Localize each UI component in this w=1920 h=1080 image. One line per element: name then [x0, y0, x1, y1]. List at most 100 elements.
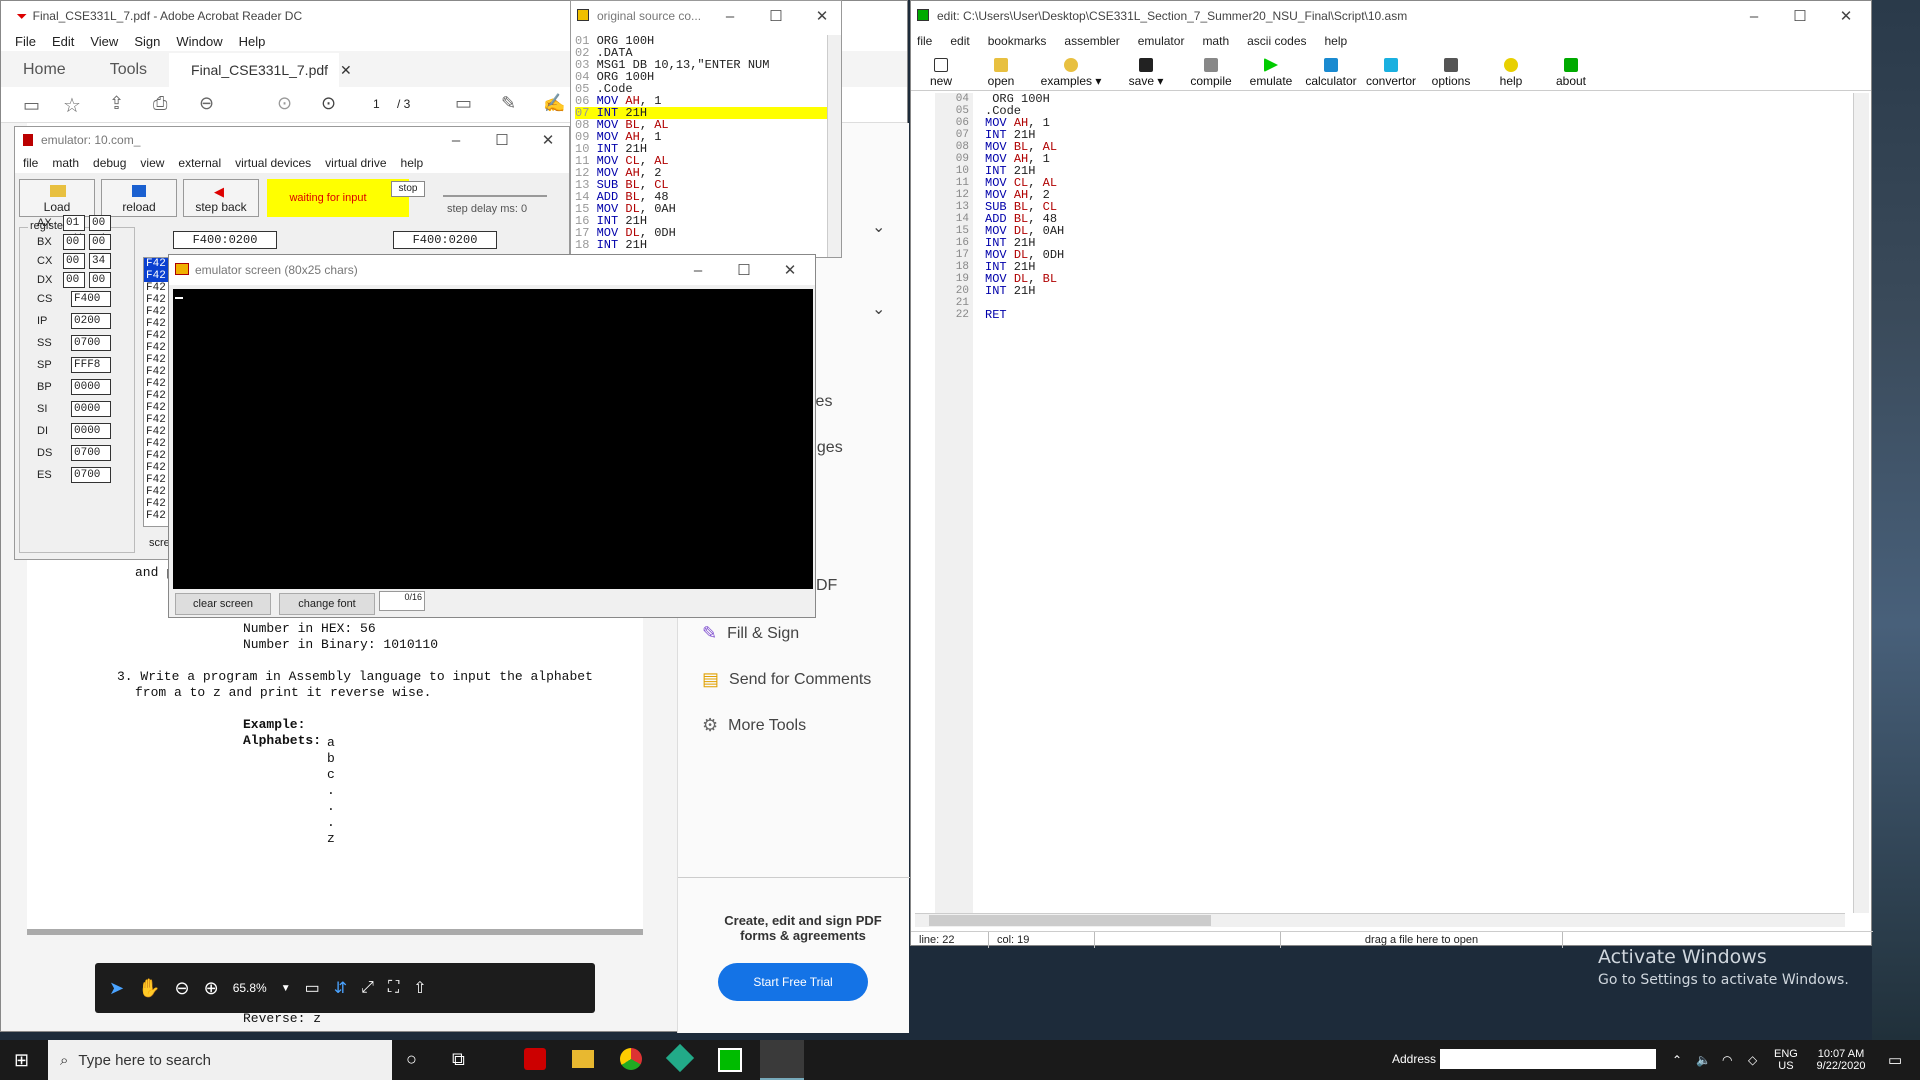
clock[interactable]: 10:07 AM 9/22/2020 [1806, 1040, 1876, 1080]
step-back-button[interactable]: ◀ step back [183, 179, 259, 217]
star-icon[interactable]: ☆ [63, 93, 81, 118]
register-low[interactable]: 34 [89, 253, 111, 269]
calculator-button[interactable]: calculator [1301, 58, 1361, 90]
about-button[interactable]: about [1541, 58, 1601, 90]
file-explorer-icon[interactable] [572, 1050, 594, 1068]
close-icon[interactable]: ✕ [767, 255, 813, 285]
register-value[interactable]: FFF8 [71, 357, 111, 373]
minimize-icon[interactable]: – [707, 1, 753, 31]
code-line[interactable]: INT 21H [985, 129, 1835, 141]
emu8086-taskbar-icon[interactable] [718, 1048, 742, 1072]
emulate-button[interactable]: emulate [1241, 58, 1301, 90]
menu-view[interactable]: view [140, 156, 164, 170]
register-value[interactable]: 0000 [71, 379, 111, 395]
prev-page-icon[interactable]: ⊙ [277, 93, 292, 114]
zoom-out-icon[interactable]: ⊖ [175, 978, 190, 999]
scroll-mode-icon[interactable]: ⇵ [334, 978, 347, 998]
minimize-icon[interactable]: – [433, 125, 479, 155]
menu-debug[interactable]: debug [93, 156, 126, 170]
register-low[interactable]: 00 [89, 272, 111, 288]
close-icon[interactable]: ✕ [340, 62, 352, 79]
code-line[interactable]: SUB BL, CL [985, 201, 1835, 213]
print-icon[interactable]: ⎙ [153, 93, 167, 114]
menu-edit[interactable]: Edit [52, 34, 74, 49]
vertical-scrollbar[interactable] [1853, 93, 1869, 913]
app-taskbar-icon[interactable] [665, 1043, 695, 1073]
upload-icon[interactable]: ⇪ [109, 93, 124, 114]
close-icon[interactable]: ✕ [1823, 1, 1869, 31]
help-button[interactable]: help [1481, 58, 1541, 90]
maximize-icon[interactable]: ☐ [753, 1, 799, 31]
menu-external[interactable]: external [178, 156, 221, 170]
menu-help[interactable]: help [1325, 34, 1348, 48]
scrollbar-thumb[interactable] [929, 915, 1211, 926]
tool-send-comments[interactable]: ▤ Send for Comments [702, 669, 871, 690]
options-button[interactable]: options [1421, 58, 1481, 90]
code-line[interactable] [985, 297, 1835, 309]
dropbox-icon[interactable]: ◇ [1748, 1040, 1757, 1080]
menu-file[interactable]: file [917, 34, 932, 48]
maximize-icon[interactable]: ☐ [1777, 1, 1823, 31]
code-line[interactable]: INT 21H [985, 165, 1835, 177]
menu-file[interactable]: File [15, 34, 36, 49]
sign-icon[interactable]: ✍ [543, 93, 565, 114]
source-line[interactable]: 18 INT 21H [575, 239, 827, 251]
menu-emulator[interactable]: emulator [1138, 34, 1185, 48]
screen-tab-label[interactable]: scre [149, 537, 170, 549]
code-line[interactable]: .Code [985, 105, 1835, 117]
menu-sign[interactable]: Sign [134, 34, 160, 49]
code-line[interactable]: INT 21H [985, 261, 1835, 273]
address-field-1[interactable]: F400:0200 [173, 231, 277, 249]
compile-button[interactable]: compile [1181, 58, 1241, 90]
select-cursor-icon[interactable]: ➤ [109, 978, 124, 999]
console-output[interactable] [173, 289, 813, 589]
zoom-level[interactable]: 65.8% [233, 981, 267, 995]
next-page-icon[interactable]: ⊙ [321, 93, 336, 114]
register-high[interactable]: 00 [63, 253, 85, 269]
register-value[interactable]: 0000 [71, 423, 111, 439]
new-button[interactable]: new [911, 58, 971, 90]
convertor-button[interactable]: convertor [1361, 58, 1421, 90]
tray-chevron-icon[interactable]: ⌃ [1672, 1040, 1682, 1080]
register-low[interactable]: 00 [89, 215, 111, 231]
hand-icon[interactable]: ✋ [138, 978, 160, 999]
fullscreen-icon[interactable]: ⛶ [388, 979, 399, 997]
maximize-icon[interactable]: ☐ [721, 255, 767, 285]
chevron-down-icon[interactable]: ▼ [281, 983, 291, 994]
menu-help[interactable]: Help [239, 34, 266, 49]
scrollbar[interactable] [827, 35, 841, 257]
save-icon[interactable]: ▭ [23, 95, 40, 116]
code-line[interactable]: MOV AH, 2 [985, 189, 1835, 201]
tool-fill-sign[interactable]: ✎ Fill & Sign [702, 623, 799, 644]
reload-button[interactable]: reload [101, 179, 177, 217]
maximize-icon[interactable]: ☐ [479, 125, 525, 155]
code-line[interactable]: MOV BL, AL [985, 141, 1835, 153]
menu-bookmarks[interactable]: bookmarks [988, 34, 1047, 48]
menu-window[interactable]: Window [176, 34, 222, 49]
page-current[interactable]: 1 [373, 97, 380, 111]
chevron-down-icon[interactable]: ⌄ [872, 299, 885, 319]
load-button[interactable]: Load [19, 179, 95, 217]
zoom-out-search-icon[interactable]: ⊖ [199, 93, 214, 114]
menu-help[interactable]: help [401, 156, 424, 170]
code-line[interactable]: MOV DL, 0AH [985, 225, 1835, 237]
task-view-icon[interactable]: ⧉ [452, 1049, 465, 1070]
notifications-icon[interactable]: ▭ [1888, 1040, 1902, 1080]
code-line[interactable]: MOV DL, 0DH [985, 249, 1835, 261]
menu-virtual-drive[interactable]: virtual drive [325, 156, 386, 170]
menu-ascii-codes[interactable]: ascii codes [1247, 34, 1306, 48]
menu-assembler[interactable]: assembler [1064, 34, 1119, 48]
pen-icon[interactable]: ✎ [501, 93, 516, 114]
tab-document[interactable]: Final_CSE331L_7.pdf ✕ [169, 53, 352, 87]
clear-screen-button[interactable]: clear screen [175, 593, 271, 615]
menu-math[interactable]: math [1202, 34, 1229, 48]
stop-button[interactable]: stop [391, 181, 425, 197]
minimize-icon[interactable]: – [1731, 1, 1777, 31]
taskbar-search[interactable]: ⌕ Type here to search [48, 1040, 392, 1080]
register-value[interactable]: 0700 [71, 335, 111, 351]
chrome-icon[interactable] [620, 1048, 642, 1070]
register-value[interactable]: 0200 [71, 313, 111, 329]
save-button[interactable]: save ▾ [1111, 58, 1181, 90]
fit-page-icon[interactable]: ⤢ [361, 979, 374, 997]
menu-edit[interactable]: edit [950, 34, 969, 48]
